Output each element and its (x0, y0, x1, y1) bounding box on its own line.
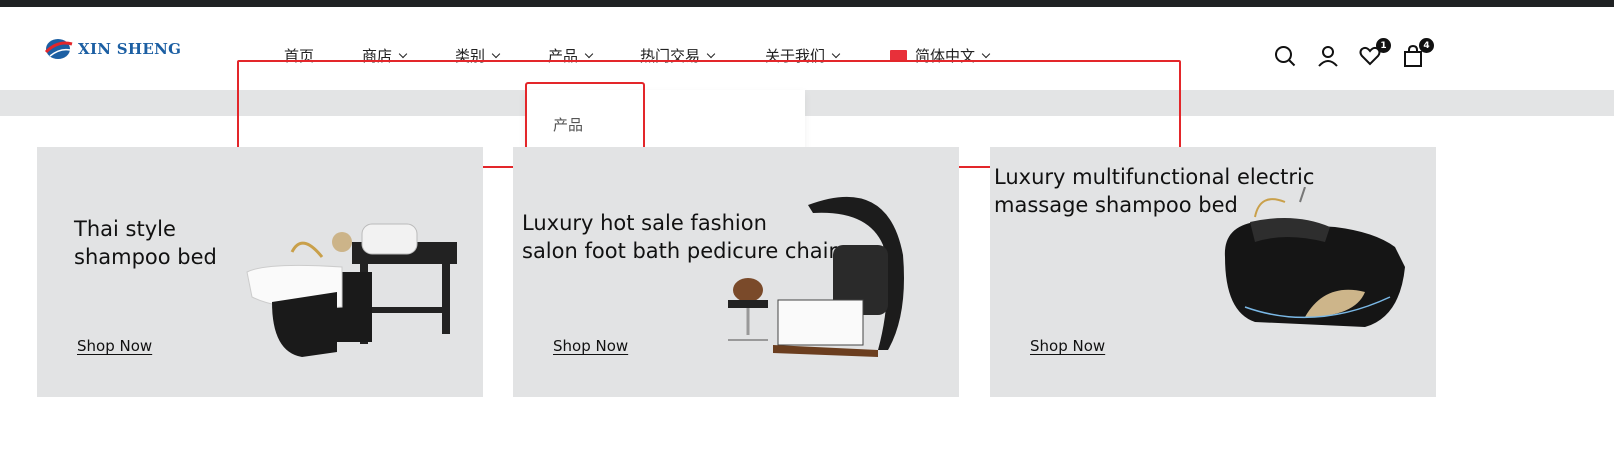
nav-item-products[interactable]: 产品 (548, 45, 594, 66)
dropdown-item-products[interactable]: 产品 (553, 114, 583, 135)
nav-item-label: 热门交易 (640, 47, 701, 65)
card-title: Thai style shampoo bed (74, 217, 217, 269)
search-button[interactable] (1272, 43, 1298, 69)
nav-item-hot-deals[interactable]: 热门交易 (640, 45, 716, 66)
promo-card-shampoo-bed[interactable]: Thai style shampoo bed Shop Now (37, 147, 483, 397)
shop-now-link[interactable]: Shop Now (1030, 337, 1105, 355)
top-bar (0, 0, 1614, 7)
language-selector[interactable]: 简体中文 (890, 45, 991, 66)
nav-item-label: 产品 (548, 47, 579, 65)
site-header: XIN SHENG 首页 商店 类别 产品 热门交易 关于我们 简体中文 1 4 (0, 7, 1614, 89)
logo-icon (44, 39, 73, 59)
shop-now-link[interactable]: Shop Now (77, 337, 152, 355)
chevron-down-icon (981, 49, 991, 59)
wishlist-count-badge: 1 (1376, 38, 1391, 53)
nav-item-label: 关于我们 (765, 47, 826, 65)
nav-item-about-us[interactable]: 关于我们 (765, 45, 841, 66)
cart-button[interactable]: 4 (1400, 38, 1434, 69)
pedicure-chair-image (728, 196, 904, 357)
chevron-down-icon (831, 49, 841, 59)
search-icon (1275, 46, 1296, 67)
cart-count-badge: 4 (1419, 38, 1434, 53)
chevron-down-icon (491, 49, 501, 59)
account-button[interactable] (1315, 43, 1341, 69)
language-label: 简体中文 (915, 47, 976, 65)
chevron-down-icon (706, 49, 716, 59)
nav-item-home[interactable]: 首页 (284, 45, 314, 66)
logo-text: XIN SHENG (78, 40, 182, 58)
nav-item-label: 商店 (362, 47, 393, 65)
shop-now-link[interactable]: Shop Now (553, 337, 628, 355)
shampoo-bed-image (246, 223, 457, 357)
chevron-down-icon (584, 49, 594, 59)
nav-item-categories[interactable]: 类别 (455, 45, 501, 66)
site-logo[interactable]: XIN SHENG (44, 35, 181, 63)
nav-item-label: 类别 (455, 47, 486, 65)
user-icon (1318, 46, 1338, 67)
promo-card-massage-bed[interactable]: Luxury multifunctional electric massage … (990, 147, 1436, 397)
header-divider-strip (0, 90, 1614, 116)
promo-card-pedicure-chair[interactable]: Luxury hot sale fashion salon foot bath … (513, 147, 959, 397)
china-flag-icon (890, 49, 907, 62)
wishlist-button[interactable]: 1 (1357, 38, 1391, 69)
chevron-down-icon (398, 49, 408, 59)
nav-item-label: 首页 (284, 47, 315, 65)
massage-bed-image (1224, 187, 1405, 327)
nav-item-shop[interactable]: 商店 (362, 45, 408, 66)
